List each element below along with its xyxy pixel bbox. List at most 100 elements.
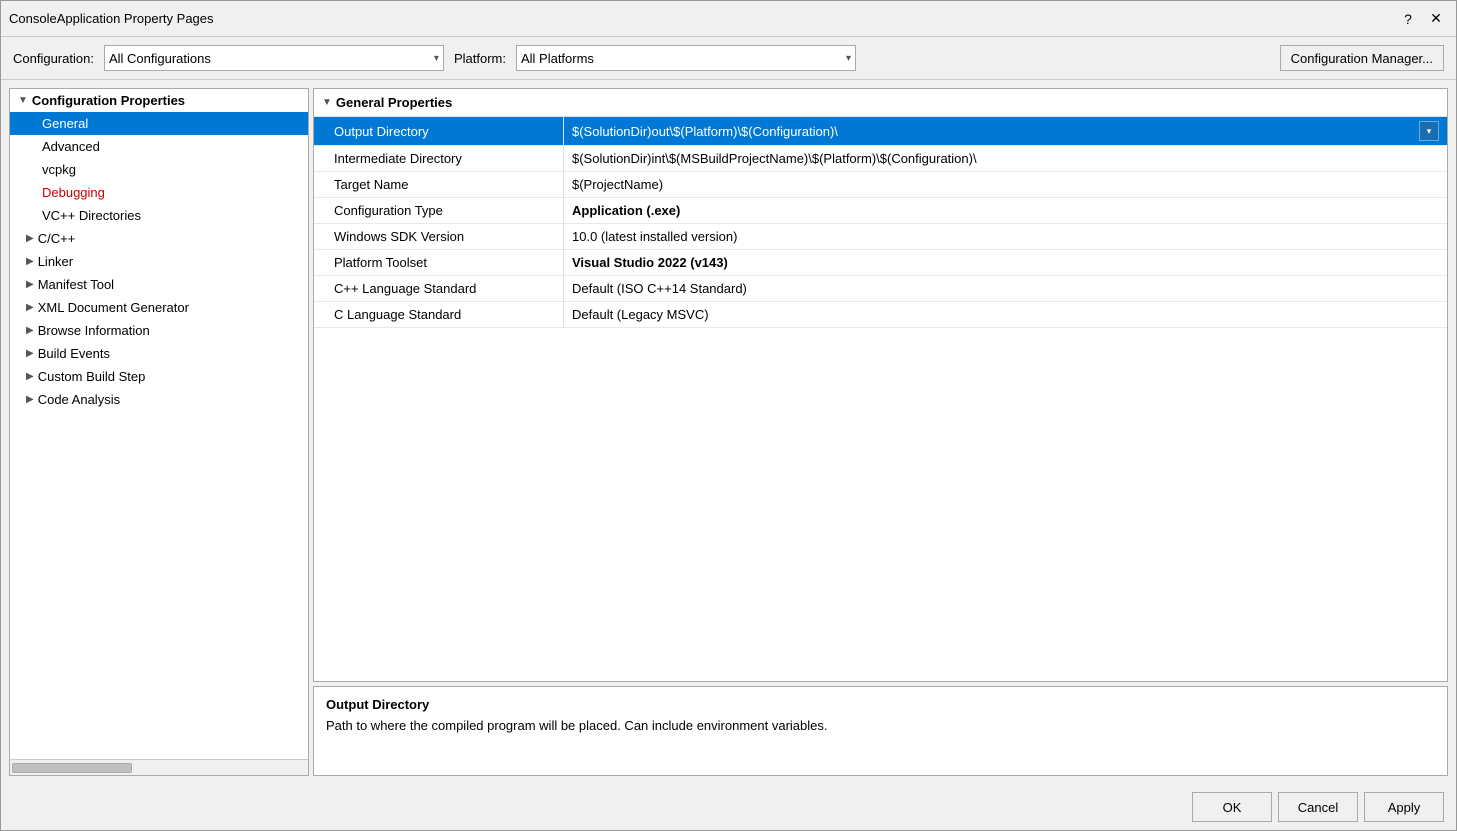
prop-value-c-standard: Default (Legacy MSVC) (564, 302, 1447, 327)
platform-label: Platform: (454, 51, 506, 66)
sidebar-item-browse-info[interactable]: ▶ Browse Information (10, 319, 308, 342)
prop-row-output-dir[interactable]: Output Directory $(SolutionDir)out\$(Pla… (314, 117, 1447, 146)
sidebar-item-manifest-tool[interactable]: ▶ Manifest Tool (10, 273, 308, 296)
description-box: Output Directory Path to where the compi… (313, 686, 1448, 776)
prop-row-c-standard[interactable]: C Language Standard Default (Legacy MSVC… (314, 302, 1447, 328)
prop-value-config-type: Application (.exe) (564, 198, 1447, 223)
prop-name-target-name: Target Name (314, 172, 564, 197)
platform-select[interactable]: All Platforms ▾ (516, 45, 856, 71)
sidebar-item-general-label: General (42, 116, 88, 131)
sidebar-item-custom-build-label: Custom Build Step (38, 369, 146, 384)
expand-linker-icon: ▶ (26, 256, 34, 267)
sidebar-item-advanced-label: Advanced (42, 139, 100, 154)
output-dir-dropdown-btn[interactable]: ▾ (1419, 121, 1439, 141)
prop-name-intermediate-dir: Intermediate Directory (314, 146, 564, 171)
expand-manifest-icon: ▶ (26, 279, 34, 290)
prop-name-platform-toolset: Platform Toolset (314, 250, 564, 275)
dialog-title: ConsoleApplication Property Pages (9, 11, 214, 26)
sidebar-item-vcpkg-label: vcpkg (42, 162, 76, 177)
sidebar-item-custom-build[interactable]: ▶ Custom Build Step (10, 365, 308, 388)
apply-button[interactable]: Apply (1364, 792, 1444, 822)
sidebar-item-general[interactable]: General (10, 112, 308, 135)
platform-dropdown-arrow-icon: ▾ (846, 53, 851, 64)
configuration-manager-button[interactable]: Configuration Manager... (1280, 45, 1444, 71)
prop-row-intermediate-dir[interactable]: Intermediate Directory $(SolutionDir)int… (314, 146, 1447, 172)
sidebar-item-cpp-label: C/C++ (38, 231, 76, 246)
prop-name-output-dir: Output Directory (314, 117, 564, 145)
description-text: Path to where the compiled program will … (326, 718, 1435, 733)
prop-row-target-name[interactable]: Target Name $(ProjectName) (314, 172, 1447, 198)
sidebar-horizontal-scrollbar[interactable] (10, 759, 308, 775)
sidebar-item-vc-directories-label: VC++ Directories (42, 208, 141, 223)
sidebar-item-vc-directories[interactable]: VC++ Directories (10, 204, 308, 227)
prop-row-cpp-standard[interactable]: C++ Language Standard Default (ISO C++14… (314, 276, 1447, 302)
sidebar-section-header[interactable]: ▼ Configuration Properties (10, 89, 308, 112)
properties-table: ▼ General Properties Output Directory $(… (313, 88, 1448, 682)
expand-cpp-icon: ▶ (26, 233, 34, 244)
sidebar-item-build-events-label: Build Events (38, 346, 110, 361)
sidebar-item-code-analysis[interactable]: ▶ Code Analysis (10, 388, 308, 411)
sidebar-item-build-events[interactable]: ▶ Build Events (10, 342, 308, 365)
expand-build-events-icon: ▶ (26, 348, 34, 359)
prop-name-config-type: Configuration Type (314, 198, 564, 223)
ok-button[interactable]: OK (1192, 792, 1272, 822)
sidebar-item-vcpkg[interactable]: vcpkg (10, 158, 308, 181)
prop-row-config-type[interactable]: Configuration Type Application (.exe) (314, 198, 1447, 224)
sidebar-item-linker[interactable]: ▶ Linker (10, 250, 308, 273)
prop-value-sdk-version-text: 10.0 (latest installed version) (572, 229, 737, 244)
platform-value: All Platforms (521, 51, 594, 66)
sidebar-item-debugging[interactable]: Debugging (10, 181, 308, 204)
props-collapse-icon: ▼ (322, 97, 332, 108)
properties-section-header: ▼ General Properties (314, 89, 1447, 117)
main-content: ▼ Configuration Properties General Advan… (1, 80, 1456, 784)
sidebar-item-linker-label: Linker (38, 254, 73, 269)
config-dropdown-arrow-icon: ▾ (434, 53, 439, 64)
prop-value-sdk-version: 10.0 (latest installed version) (564, 224, 1447, 249)
sidebar-item-xml-doc-gen[interactable]: ▶ XML Document Generator (10, 296, 308, 319)
prop-value-c-standard-text: Default (Legacy MSVC) (572, 307, 709, 322)
configuration-select[interactable]: All Configurations ▾ (104, 45, 444, 71)
prop-row-sdk-version[interactable]: Windows SDK Version 10.0 (latest install… (314, 224, 1447, 250)
prop-value-platform-toolset: Visual Studio 2022 (v143) (564, 250, 1447, 275)
help-button[interactable]: ? (1396, 9, 1420, 29)
prop-value-cpp-standard-text: Default (ISO C++14 Standard) (572, 281, 747, 296)
sidebar-section-label: Configuration Properties (32, 93, 185, 108)
prop-value-output-dir-text: $(SolutionDir)out\$(Platform)\$(Configur… (572, 124, 838, 139)
expand-browse-icon: ▶ (26, 325, 34, 336)
properties-section-label: General Properties (336, 95, 452, 110)
prop-name-c-standard: C Language Standard (314, 302, 564, 327)
sidebar-item-code-analysis-label: Code Analysis (38, 392, 120, 407)
sidebar-item-manifest-tool-label: Manifest Tool (38, 277, 114, 292)
description-title: Output Directory (326, 697, 1435, 712)
sidebar-item-debugging-label: Debugging (42, 185, 105, 200)
prop-value-target-name: $(ProjectName) (564, 172, 1447, 197)
expand-custom-build-icon: ▶ (26, 371, 34, 382)
expand-code-analysis-icon: ▶ (26, 394, 34, 405)
close-button[interactable]: ✕ (1424, 9, 1448, 29)
title-bar: ConsoleApplication Property Pages ? ✕ (1, 1, 1456, 37)
sidebar-item-xml-doc-gen-label: XML Document Generator (38, 300, 189, 315)
cancel-button[interactable]: Cancel (1278, 792, 1358, 822)
prop-value-intermediate-dir-text: $(SolutionDir)int\$(MSBuildProjectName)\… (572, 151, 977, 166)
button-bar: OK Cancel Apply (1, 784, 1456, 830)
prop-value-intermediate-dir: $(SolutionDir)int\$(MSBuildProjectName)\… (564, 146, 1447, 171)
title-bar-controls: ? ✕ (1396, 9, 1448, 29)
prop-name-cpp-standard: C++ Language Standard (314, 276, 564, 301)
prop-value-platform-toolset-text: Visual Studio 2022 (v143) (572, 255, 728, 270)
sidebar-item-advanced[interactable]: Advanced (10, 135, 308, 158)
expand-xml-icon: ▶ (26, 302, 34, 313)
prop-value-output-dir: $(SolutionDir)out\$(Platform)\$(Configur… (564, 117, 1447, 145)
prop-name-sdk-version: Windows SDK Version (314, 224, 564, 249)
config-bar: Configuration: All Configurations ▾ Plat… (1, 37, 1456, 80)
sidebar-item-browse-info-label: Browse Information (38, 323, 150, 338)
configuration-label: Configuration: (13, 51, 94, 66)
prop-value-cpp-standard: Default (ISO C++14 Standard) (564, 276, 1447, 301)
sidebar-item-cpp[interactable]: ▶ C/C++ (10, 227, 308, 250)
prop-row-platform-toolset[interactable]: Platform Toolset Visual Studio 2022 (v14… (314, 250, 1447, 276)
right-panel: ▼ General Properties Output Directory $(… (313, 88, 1448, 776)
scrollbar-thumb[interactable] (12, 763, 132, 773)
prop-value-target-name-text: $(ProjectName) (572, 177, 663, 192)
configuration-value: All Configurations (109, 51, 211, 66)
collapse-icon: ▼ (18, 95, 28, 106)
prop-value-config-type-text: Application (.exe) (572, 203, 680, 218)
